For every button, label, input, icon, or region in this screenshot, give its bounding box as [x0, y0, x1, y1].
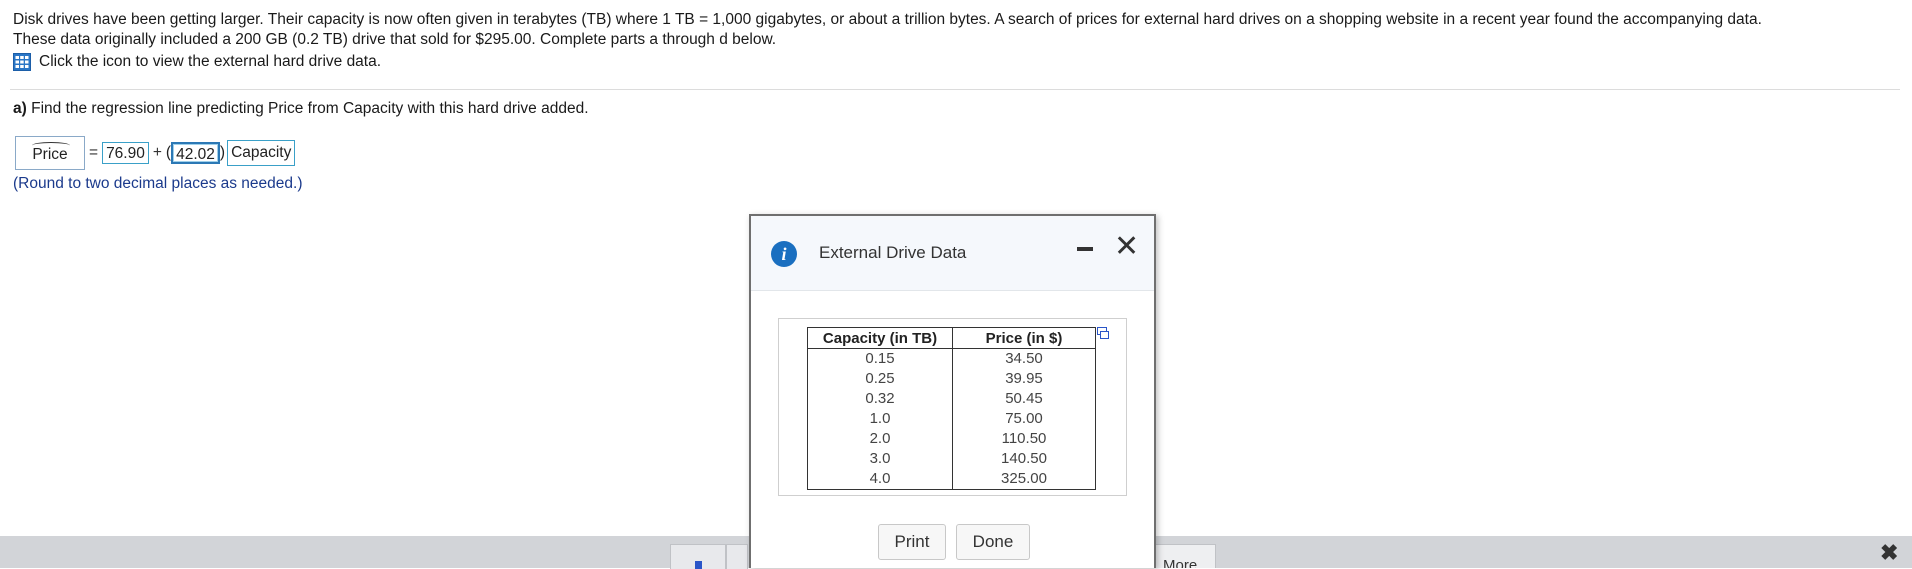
dialog-title: External Drive Data [819, 243, 967, 262]
capacity-cell: 4.0 [807, 469, 953, 490]
more-button[interactable]: More [1152, 544, 1216, 568]
print-button[interactable]: Print [878, 524, 946, 560]
slope-input[interactable]: 42.02 [171, 142, 220, 164]
done-button[interactable]: Done [956, 524, 1030, 560]
table-row: 1.0 75.00 [807, 409, 1096, 429]
hat-symbol [32, 142, 70, 149]
capacity-cell: 3.0 [807, 449, 953, 469]
table-row: 2.0 110.50 [807, 429, 1096, 449]
intercept-input[interactable]: 76.90 [102, 142, 149, 164]
capacity-variable: Capacity [227, 140, 296, 166]
price-cell: 50.45 [952, 389, 1096, 409]
capacity-cell: 0.25 [807, 369, 953, 389]
table-grid-icon[interactable] [13, 53, 31, 71]
close-icon[interactable]: ✕ [1114, 227, 1139, 267]
toolbar-tab[interactable] [670, 544, 726, 569]
table-row: 0.32 50.45 [807, 389, 1096, 409]
column-header-capacity: Capacity (in TB) [807, 327, 953, 349]
price-hat-term: Price [15, 136, 85, 170]
problem-statement: Disk drives have been getting larger. Th… [13, 10, 1893, 50]
column-header-price: Price (in $) [952, 327, 1096, 349]
view-data-link-label[interactable]: Click the icon to view the external hard… [39, 53, 381, 71]
external-drive-data-dialog: i External Drive Data ✕ Capacity (in TB)… [749, 214, 1156, 568]
dialog-header: i External Drive Data ✕ [751, 216, 1154, 291]
part-a-prompt: a) Find the regression line predicting P… [13, 100, 589, 118]
plus-sign: + [152, 144, 162, 161]
capacity-cell: 0.15 [807, 348, 953, 369]
toolbar-close-icon[interactable]: ✖ [1880, 540, 1898, 566]
minimize-icon[interactable] [1077, 247, 1093, 251]
intro-line-2: These data originally included a 200 GB … [13, 31, 777, 48]
info-icon: i [771, 241, 797, 267]
capacity-cell: 2.0 [807, 429, 953, 449]
price-cell: 140.50 [952, 449, 1096, 469]
table-row: 0.25 39.95 [807, 369, 1096, 389]
view-data-link[interactable]: Click the icon to view the external hard… [13, 53, 381, 71]
price-cell: 75.00 [952, 409, 1096, 429]
table-header-row: Capacity (in TB) Price (in $) [807, 327, 1096, 349]
table-row: 4.0 325.00 [807, 469, 1096, 490]
capacity-cell: 1.0 [807, 409, 953, 429]
copy-data-icon[interactable] [1097, 327, 1109, 339]
price-cell: 34.50 [952, 348, 1096, 369]
part-a-text: Find the regression line predicting Pric… [31, 100, 589, 117]
close-paren: ) [219, 144, 226, 161]
regression-equation: Price = 76.90 + ( 42.02 ) Capacity [15, 136, 296, 170]
equals-sign: = [89, 144, 99, 161]
toolbar-tab-secondary[interactable] [726, 544, 748, 569]
table-row: 0.15 34.50 [807, 348, 1096, 369]
intro-line-1: Disk drives have been getting larger. Th… [13, 11, 1762, 28]
capacity-cell: 0.32 [807, 389, 953, 409]
data-table-frame: Capacity (in TB) Price (in $) 0.15 34.50 … [778, 318, 1127, 496]
drive-data-table: Capacity (in TB) Price (in $) 0.15 34.50 … [807, 327, 1096, 490]
price-cell: 39.95 [952, 369, 1096, 389]
table-row: 3.0 140.50 [807, 449, 1096, 469]
section-divider [10, 89, 1900, 90]
price-cell: 110.50 [952, 429, 1096, 449]
part-a-label: a) [13, 100, 27, 117]
price-cell: 325.00 [952, 469, 1096, 490]
rounding-note: (Round to two decimal places as needed.) [13, 175, 303, 192]
